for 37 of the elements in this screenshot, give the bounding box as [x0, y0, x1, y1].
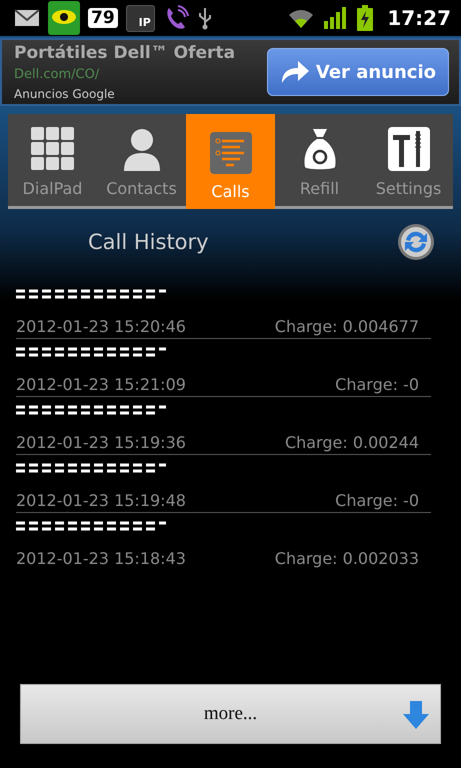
tab[interactable]: Settings	[364, 114, 453, 206]
ad-title: Portátiles Dell™ Oferta	[14, 42, 236, 64]
eye-app-icon	[48, 1, 80, 35]
call-charge: Charge: -0	[335, 375, 419, 394]
mail-icon	[14, 8, 40, 28]
money-bag-icon	[302, 127, 336, 171]
call-time: 2012-01-23 15:19:48	[16, 491, 186, 510]
down-arrow-icon	[402, 700, 430, 730]
refresh-icon[interactable]	[397, 223, 435, 261]
tab[interactable]: DialPad	[8, 114, 97, 206]
wifi-icon	[287, 7, 316, 29]
call-charge: Charge: 0.00244	[284, 433, 419, 452]
call-charge: Charge: 0.004677	[274, 317, 419, 336]
clock-time: 17:27	[387, 6, 451, 30]
list-icon	[210, 132, 252, 174]
keypad-icon	[30, 127, 74, 171]
view-ad-button[interactable]: Ver anuncio	[266, 48, 449, 96]
more-button[interactable]: more...	[20, 684, 441, 744]
ad-source: Anuncios Google	[14, 86, 116, 102]
ip-phone-badge: IP	[126, 4, 155, 32]
ad-url[interactable]: Dell.com/CO/	[14, 64, 267, 84]
call-time: 2012-01-23 15:19:36	[16, 433, 186, 452]
call-time: 2012-01-23 15:20:46	[16, 317, 186, 336]
page-title: Call History	[88, 230, 209, 254]
tab[interactable]: Calls	[186, 114, 275, 209]
battery-level-badge: 79	[88, 8, 118, 28]
tab[interactable]: Refill	[275, 114, 364, 206]
call-time: 2012-01-23 15:18:43	[16, 549, 186, 568]
battery-charging-icon	[357, 5, 374, 31]
call-charge: Charge: -0	[335, 491, 419, 510]
call-charge: Charge: 0.002033	[274, 549, 419, 568]
tab[interactable]: Contacts	[97, 114, 186, 206]
usb-icon	[196, 6, 213, 30]
tools-icon	[388, 127, 430, 171]
person-icon	[122, 127, 162, 171]
forward-arrow-icon	[280, 59, 310, 85]
call-time: 2012-01-23 15:21:09	[16, 375, 186, 394]
